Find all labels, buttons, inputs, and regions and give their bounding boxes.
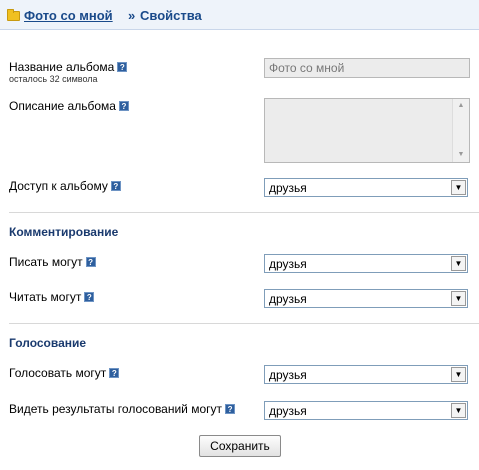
- comment-read-label-text: Читать могут: [9, 290, 82, 304]
- help-icon[interactable]: ?: [110, 181, 121, 191]
- vote-results-select[interactable]: друзья ▼: [264, 401, 468, 420]
- textarea-scrollbar[interactable]: ▲ ▼: [452, 99, 469, 162]
- comment-write-value: друзья: [269, 257, 307, 271]
- comment-write-label-text: Писать могут: [9, 255, 83, 269]
- section-divider: [9, 323, 479, 324]
- album-description-label-text: Описание альбома: [9, 99, 116, 113]
- help-icon[interactable]: ?: [225, 404, 236, 414]
- save-button[interactable]: Сохранить: [199, 435, 281, 457]
- breadcrumb-separator: »: [128, 8, 136, 23]
- vote-value: друзья: [269, 368, 307, 382]
- dropdown-arrow-icon[interactable]: ▼: [451, 367, 466, 382]
- comment-write-select[interactable]: друзья ▼: [264, 254, 468, 273]
- commenting-section-title: Комментирование: [9, 225, 119, 239]
- album-name-label: Название альбома?: [9, 60, 128, 74]
- breadcrumb-header: Фото со мной » Свойства: [0, 0, 479, 30]
- page-title: Свойства: [140, 8, 202, 23]
- folder-icon: [7, 9, 20, 21]
- album-access-label: Доступ к альбому?: [9, 179, 121, 193]
- help-icon[interactable]: ?: [117, 62, 128, 72]
- album-description-label: Описание альбома?: [9, 99, 129, 113]
- album-access-value: друзья: [269, 181, 307, 195]
- scroll-down-arrow-icon[interactable]: ▼: [453, 148, 469, 162]
- album-access-label-text: Доступ к альбому: [9, 179, 108, 193]
- dropdown-arrow-icon[interactable]: ▼: [451, 291, 466, 306]
- help-icon[interactable]: ?: [84, 292, 95, 302]
- breadcrumb-album-link[interactable]: Фото со мной: [24, 8, 113, 23]
- vote-label-text: Голосовать могут: [9, 366, 107, 380]
- help-icon[interactable]: ?: [85, 257, 96, 267]
- section-divider: [9, 212, 479, 213]
- comment-read-select[interactable]: друзья ▼: [264, 289, 468, 308]
- help-icon[interactable]: ?: [109, 368, 120, 378]
- help-icon[interactable]: ?: [118, 101, 129, 111]
- comment-read-value: друзья: [269, 292, 307, 306]
- comment-write-label: Писать могут?: [9, 255, 96, 269]
- dropdown-arrow-icon[interactable]: ▼: [451, 256, 466, 271]
- album-name-input[interactable]: [264, 58, 470, 78]
- album-access-select[interactable]: друзья ▼: [264, 178, 468, 197]
- voting-section-title: Голосование: [9, 336, 87, 350]
- comment-read-label: Читать могут?: [9, 290, 95, 304]
- album-name-char-counter: осталось 32 символа: [9, 74, 98, 84]
- vote-results-label-text: Видеть результаты голосований могут: [9, 402, 223, 416]
- album-name-label-text: Название альбома: [9, 60, 115, 74]
- scroll-up-arrow-icon[interactable]: ▲: [453, 99, 469, 113]
- vote-label: Голосовать могут?: [9, 366, 120, 380]
- album-description-textarea[interactable]: ▲ ▼: [264, 98, 470, 163]
- dropdown-arrow-icon[interactable]: ▼: [451, 403, 466, 418]
- dropdown-arrow-icon[interactable]: ▼: [451, 180, 466, 195]
- vote-results-label: Видеть результаты голосований могут?: [9, 402, 236, 416]
- vote-results-value: друзья: [269, 404, 307, 418]
- vote-select[interactable]: друзья ▼: [264, 365, 468, 384]
